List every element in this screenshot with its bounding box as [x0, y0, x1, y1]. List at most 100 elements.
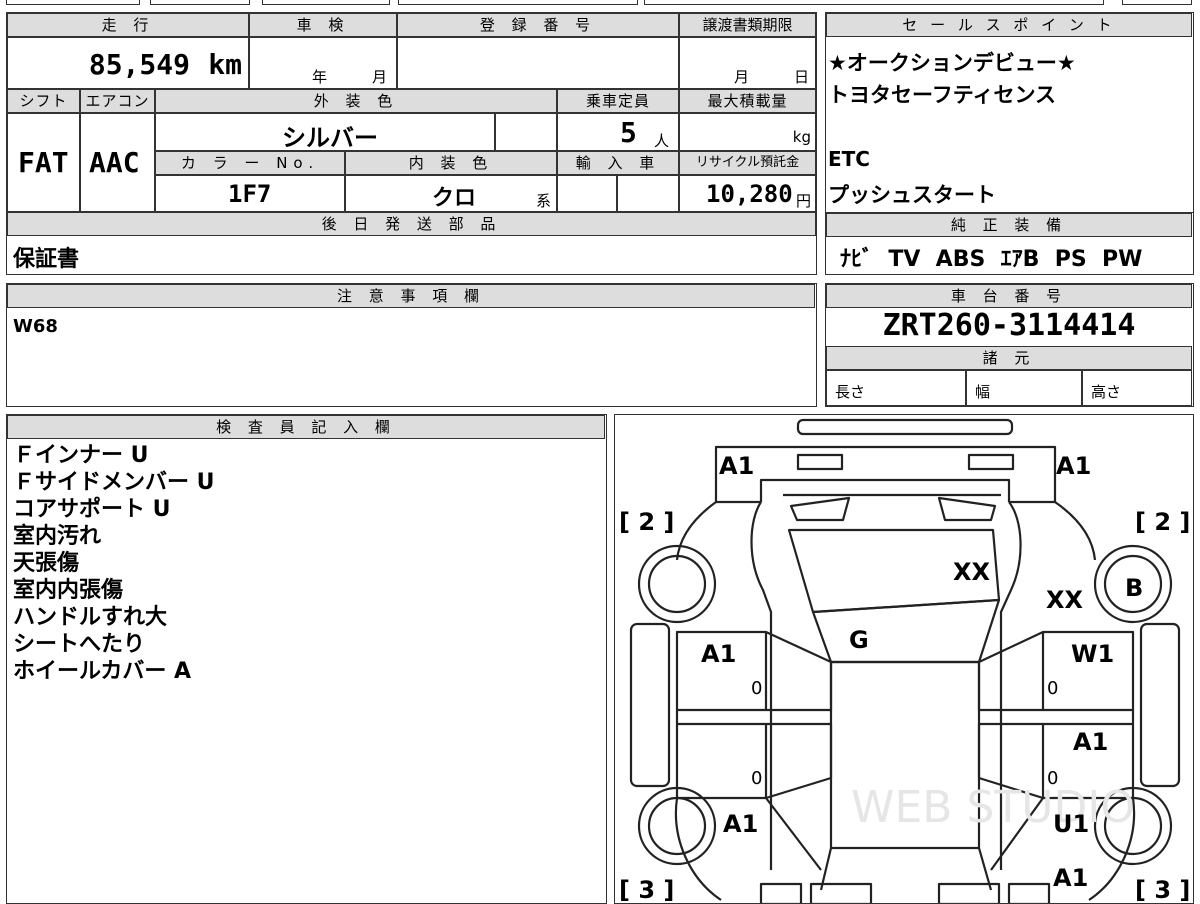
interior-color-label: 内 装 色 — [345, 151, 557, 175]
sales-points-panel: セ ー ル ス ポ イ ン ト ★オークションデビュー★ トヨタセーフティセンス… — [825, 12, 1194, 236]
max-load-cell: kg — [679, 113, 816, 151]
ac-value: AAC — [89, 146, 140, 179]
inspector-line: Ｆサイドメンバー U — [13, 470, 215, 495]
interior-color-cell: クロ 系 — [345, 175, 557, 212]
chassis-number: ZRT260-3114414 — [882, 308, 1136, 343]
color-no-label: カ ラ ー No. — [155, 151, 345, 175]
mileage-cell: 85,549 km — [7, 37, 249, 89]
transfer-month: 月 — [734, 68, 750, 86]
chassis-label: 車 台 番 号 — [826, 284, 1192, 308]
inspector-panel: 検 査 員 記 入 欄 Ｆインナー U Ｆサイドメンバー U コアサポート U … — [6, 414, 607, 904]
inspector-line: 天張傷 — [13, 551, 80, 576]
side-mark-front-right: [ 2 ] — [1135, 508, 1190, 536]
code-left-front-door: A1 — [701, 640, 736, 668]
notes-label: 注 意 事 項 欄 — [7, 284, 815, 308]
car-diagram-panel: WEB STUDIO A1 A1 XX XX B G A1 W1 A1 A1 U… — [614, 414, 1194, 904]
code-right-front-door: W1 — [1071, 640, 1114, 668]
zero-left-front-door: 0 — [751, 678, 762, 699]
shaken-month: 月 — [372, 68, 388, 86]
width-label: 幅 — [975, 383, 991, 401]
exterior-color-cell: シルバー — [155, 113, 495, 152]
genuine-equipment-panel: 純 正 装 備 ﾅﾋﾞ TV ABS ｴｱB PS PW — [825, 212, 1194, 275]
inspector-line: シートへたり — [13, 632, 146, 657]
zero-right-front-door: 0 — [1047, 678, 1058, 699]
mileage-value: 85,549 — [88, 48, 190, 81]
import-cell-1 — [557, 175, 617, 212]
length-cell: 長さ — [826, 370, 966, 406]
shift-value: FAT — [18, 146, 69, 179]
top-strip — [0, 0, 1200, 6]
chassis-panel: 車 台 番 号 ZRT260-3114414 諸 元 長さ 幅 高さ — [825, 283, 1194, 407]
code-left-rear-fender: A1 — [723, 810, 758, 838]
code-right-rear-corner: A1 — [1053, 864, 1088, 892]
capacity-label: 乗車定員 — [557, 89, 679, 113]
genuine-equipment-label: 純 正 装 備 — [826, 213, 1192, 237]
sales-point-line-2: トヨタセーフティセンス — [828, 83, 1057, 107]
genuine-equipment-value: ﾅﾋﾞ TV ABS ｴｱB PS PW — [840, 247, 1143, 272]
inspector-line: 室内内張傷 — [13, 578, 124, 603]
exterior-extra-cell — [495, 113, 557, 151]
inspector-line: Ｆインナー U — [13, 443, 149, 468]
exterior-color-label: 外 装 色 — [155, 89, 557, 113]
height-label: 高さ — [1091, 383, 1122, 401]
exterior-color-value: シルバー — [282, 124, 378, 152]
shaken-label: 車 検 — [249, 13, 397, 37]
inspector-line: ホイールカバー A — [13, 659, 192, 684]
inspector-line: 室内汚れ — [13, 524, 102, 549]
transfer-deadline-label: 譲渡書類期限 — [679, 13, 816, 37]
height-cell: 高さ — [1082, 370, 1192, 406]
registration-label: 登 録 番 号 — [397, 13, 679, 37]
import-label: 輸 入 車 — [557, 151, 679, 175]
capacity-cell: 5 人 — [557, 113, 679, 151]
interior-color-suffix: 系 — [536, 192, 552, 210]
side-mark-front-left: [ 2 ] — [619, 508, 674, 536]
code-right-rear-fender: U1 — [1053, 810, 1089, 838]
registration-cell — [397, 37, 679, 89]
sales-point-line-4: ETC — [828, 147, 870, 171]
code-right-fender: XX — [1046, 586, 1084, 614]
code-front-left-corner: A1 — [719, 452, 754, 480]
inspector-line: コアサポート U — [13, 497, 171, 522]
code-right-front-wheel: B — [1125, 574, 1143, 602]
sales-point-line-5: プッシュスタート — [828, 183, 996, 207]
import-cell-2 — [617, 175, 679, 212]
zero-left-rear-door: 0 — [751, 768, 762, 789]
sales-points-label: セ ー ル ス ポ イ ン ト — [826, 13, 1192, 37]
vehicle-info-table: 走 行 車 検 登 録 番 号 譲渡書類期限 85,549 km 年 月 月 日… — [6, 12, 817, 275]
watermark: WEB STUDIO — [851, 782, 1135, 833]
code-right-rear-door: A1 — [1073, 728, 1108, 756]
car-diagram: WEB STUDIO A1 A1 XX XX B G A1 W1 A1 A1 U… — [619, 418, 1190, 903]
inspector-list: Ｆインナー U Ｆサイドメンバー U コアサポート U 室内汚れ 天張傷 室内内… — [13, 442, 215, 685]
interior-color-value: クロ — [432, 186, 477, 211]
max-load-label: 最大積載量 — [679, 89, 816, 113]
mileage-unit: km — [208, 48, 242, 81]
shift-cell: FAT — [7, 113, 80, 212]
code-front-right-corner: A1 — [1056, 452, 1091, 480]
notes-value: W68 — [13, 316, 58, 337]
shaken-cell: 年 月 — [249, 37, 397, 89]
recycle-value: 10,280 — [706, 180, 793, 208]
recycle-unit: 円 — [795, 192, 811, 210]
recycle-cell: 10,280 円 — [679, 175, 816, 212]
mileage-label: 走 行 — [7, 13, 249, 37]
spec-label: 諸 元 — [826, 346, 1192, 370]
shaken-year: 年 — [312, 68, 328, 86]
max-load-unit: kg — [792, 128, 811, 146]
ac-label: エアコン — [80, 89, 155, 113]
zero-right-rear-door: 0 — [1047, 768, 1058, 789]
width-cell: 幅 — [966, 370, 1082, 406]
shift-label: シフト — [7, 89, 80, 113]
code-windshield: G — [849, 626, 869, 654]
code-bonnet: XX — [953, 558, 991, 586]
capacity-value: 5 — [620, 116, 637, 149]
transfer-cell: 月 日 — [679, 37, 816, 89]
color-no-cell: 1F7 — [155, 175, 345, 212]
later-parts-value: 保証書 — [13, 247, 80, 272]
inspector-label: 検 査 員 記 入 欄 — [7, 415, 605, 439]
ac-cell: AAC — [80, 113, 155, 212]
later-parts-label: 後 日 発 送 部 品 — [7, 212, 816, 236]
sales-point-line-1: ★オークションデビュー★ — [828, 51, 1076, 75]
side-mark-rear-right: [ 3 ] — [1135, 876, 1190, 903]
capacity-unit: 人 — [654, 132, 670, 150]
color-no-value: 1F7 — [228, 180, 272, 208]
